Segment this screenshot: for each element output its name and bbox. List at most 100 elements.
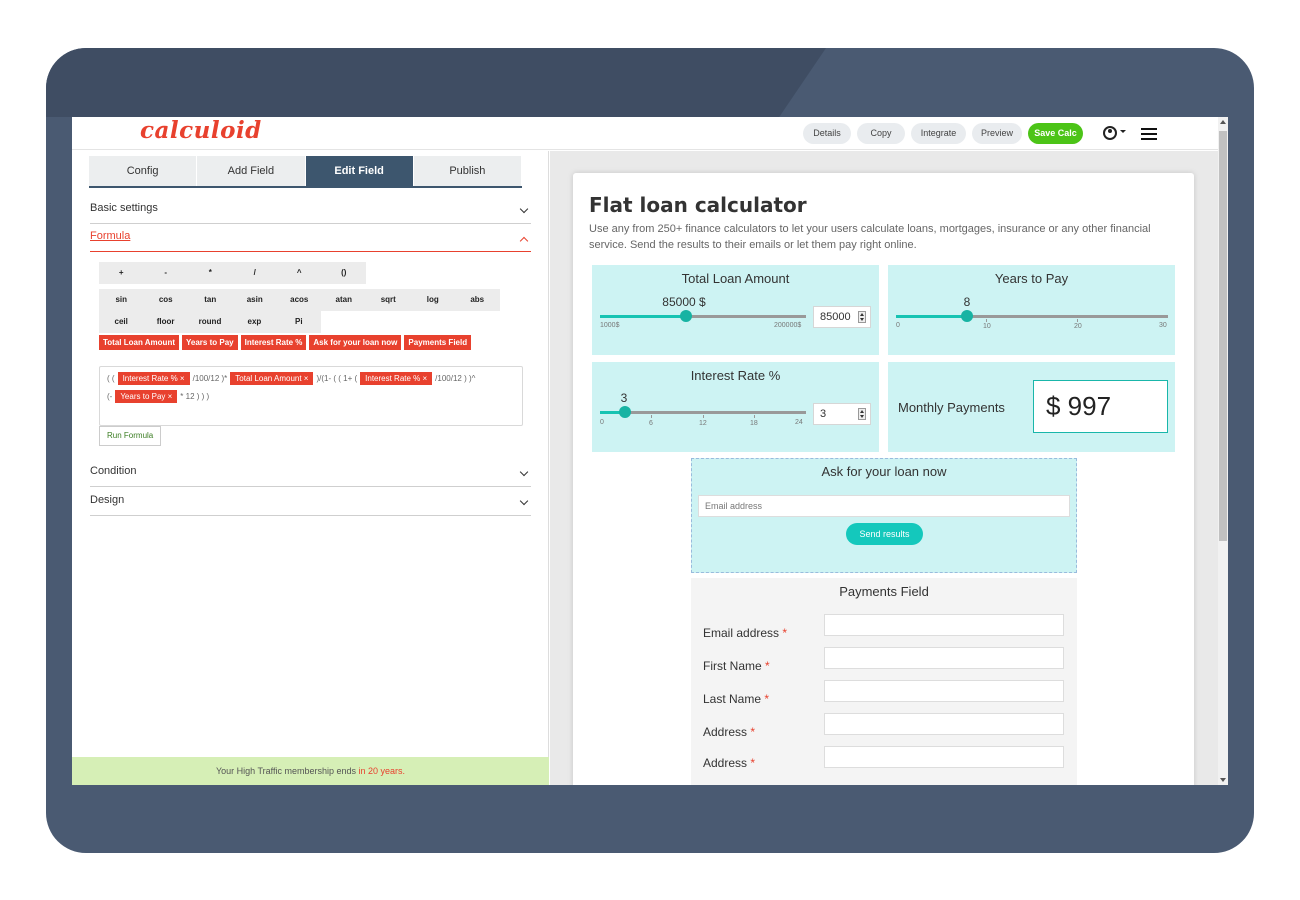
tick-label: 20 <box>1074 323 1082 330</box>
copy-button[interactable]: Copy <box>857 123 905 144</box>
tick-label: 0 <box>600 419 604 426</box>
user-icon[interactable] <box>1103 126 1117 140</box>
chevron-down-icon[interactable] <box>1120 130 1126 133</box>
op-multiply[interactable]: * <box>188 262 233 284</box>
field-tag-interest[interactable]: Interest Rate % <box>240 335 307 350</box>
design-section[interactable]: Design <box>90 494 531 516</box>
interest-rate-panel: Interest Rate % 3 0 6 12 18 24 3 <box>592 362 879 452</box>
field-tag-payments[interactable]: Payments Field <box>404 335 472 350</box>
fn-cos[interactable]: cos <box>144 289 189 311</box>
details-button[interactable]: Details <box>803 123 851 144</box>
form-label-last-name: Last Name * <box>703 692 770 706</box>
email-field[interactable] <box>824 614 1064 636</box>
tab-publish[interactable]: Publish <box>413 156 521 186</box>
op-power[interactable]: ^ <box>277 262 322 284</box>
formula-text: )/(1- ( ( 1+ ( <box>316 374 358 383</box>
monthly-payments-panel: Monthly Payments $ 997 <box>888 362 1175 452</box>
panel-title: Interest Rate % <box>690 368 781 383</box>
menu-icon[interactable] <box>1141 128 1157 140</box>
formula-chip[interactable]: Total Loan Amount × <box>230 372 314 385</box>
field-tags: Total Loan Amount Years to Pay Interest … <box>99 335 472 350</box>
rate-slider-handle[interactable] <box>619 406 631 418</box>
tab-add-field[interactable]: Add Field <box>197 156 305 186</box>
section-label: Formula <box>90 230 131 242</box>
tick-label: 12 <box>699 420 707 427</box>
formula-chip[interactable]: Years to Pay × <box>115 390 178 403</box>
field-tag-years[interactable]: Years to Pay <box>182 335 238 350</box>
slider-value-label: 8 <box>963 295 971 309</box>
fn-ceil[interactable]: ceil <box>99 311 143 333</box>
spinner-icon[interactable] <box>858 408 866 420</box>
page-scrollbar[interactable] <box>1218 117 1228 785</box>
formula-editor[interactable]: ( ( Interest Rate % × /100/12 )* Total L… <box>99 366 523 426</box>
calculator-title: Flat loan calculator <box>589 193 807 217</box>
loan-slider-handle[interactable] <box>680 310 692 322</box>
formula-text: * 12 ) ) ) <box>180 392 210 401</box>
formula-section[interactable]: Formula <box>90 230 531 252</box>
op-plus[interactable]: + <box>99 262 144 284</box>
fn-log[interactable]: log <box>411 289 456 311</box>
tab-config[interactable]: Config <box>89 156 197 186</box>
op-parentheses[interactable]: () <box>322 262 367 284</box>
formula-line: (- Years to Pay × * 12 ) ) ) <box>107 390 209 403</box>
fn-exp[interactable]: exp <box>232 311 276 333</box>
panel-title: Total Loan Amount <box>681 271 790 286</box>
years-slider-handle[interactable] <box>961 310 973 322</box>
tab-edit-field[interactable]: Edit Field <box>305 156 413 186</box>
tick-label: 10 <box>983 323 991 330</box>
banner-highlight: in 20 years. <box>358 766 406 776</box>
integrate-button[interactable]: Integrate <box>911 123 966 144</box>
slider-fill <box>600 315 687 318</box>
run-formula-button[interactable]: Run Formula <box>99 426 162 446</box>
first-name-field[interactable] <box>824 647 1064 669</box>
formula-chip[interactable]: Interest Rate % × <box>117 372 190 385</box>
scroll-up-icon[interactable] <box>1220 120 1226 124</box>
loan-amount-input[interactable]: 85000 <box>813 306 871 328</box>
fn-pi[interactable]: Pi <box>277 311 321 333</box>
ask-loan-panel: Ask for your loan now Email address Send… <box>691 458 1077 573</box>
fn-tan[interactable]: tan <box>188 289 233 311</box>
slider-value-label: 85000 $ <box>662 295 706 309</box>
fn-atan[interactable]: atan <box>322 289 367 311</box>
tick-label: 18 <box>750 420 758 427</box>
fn-floor[interactable]: floor <box>143 311 187 333</box>
years-slider-track[interactable] <box>896 315 1168 318</box>
field-tag-ask[interactable]: Ask for your loan now <box>309 335 402 350</box>
fn-round[interactable]: round <box>188 311 232 333</box>
formula-text: (- <box>107 392 113 401</box>
last-name-field[interactable] <box>824 680 1064 702</box>
form-label-address-2: Address * <box>703 756 756 770</box>
scroll-thumb[interactable] <box>1219 131 1227 541</box>
send-results-button[interactable]: Send results <box>846 523 923 545</box>
field-tag-total-loan[interactable]: Total Loan Amount <box>99 335 179 350</box>
scroll-down-icon[interactable] <box>1220 778 1226 782</box>
basic-settings-section[interactable]: Basic settings <box>90 202 531 224</box>
form-label-email: Email address * <box>703 626 788 640</box>
email-input[interactable]: Email address <box>698 495 1070 517</box>
fn-sin[interactable]: sin <box>99 289 144 311</box>
preview-button[interactable]: Preview <box>972 123 1022 144</box>
panel-title: Payments Field <box>839 584 929 599</box>
formula-chip[interactable]: Interest Rate % × <box>360 372 433 385</box>
fn-abs[interactable]: abs <box>455 289 500 311</box>
chevron-down-icon <box>519 204 529 214</box>
panel-title: Ask for your loan now <box>821 464 947 479</box>
tick-label: 0 <box>896 322 900 329</box>
fn-acos[interactable]: acos <box>277 289 322 311</box>
tick-label: 24 <box>795 419 803 426</box>
condition-section[interactable]: Condition <box>90 465 531 487</box>
address-field-2[interactable] <box>824 746 1064 768</box>
logo[interactable]: calculoid <box>140 117 262 144</box>
formula-text: ( ( <box>107 374 115 383</box>
op-minus[interactable]: - <box>144 262 189 284</box>
monthly-payments-value: $ 997 <box>1033 380 1168 433</box>
op-divide[interactable]: / <box>233 262 278 284</box>
interest-rate-input[interactable]: 3 <box>813 403 871 425</box>
spinner-icon[interactable] <box>858 311 866 323</box>
save-calc-button[interactable]: Save Calc <box>1028 123 1083 144</box>
fn-sqrt[interactable]: sqrt <box>366 289 411 311</box>
chevron-down-icon <box>519 467 529 477</box>
loan-slider-track[interactable] <box>600 315 806 318</box>
address-field[interactable] <box>824 713 1064 735</box>
fn-asin[interactable]: asin <box>233 289 278 311</box>
